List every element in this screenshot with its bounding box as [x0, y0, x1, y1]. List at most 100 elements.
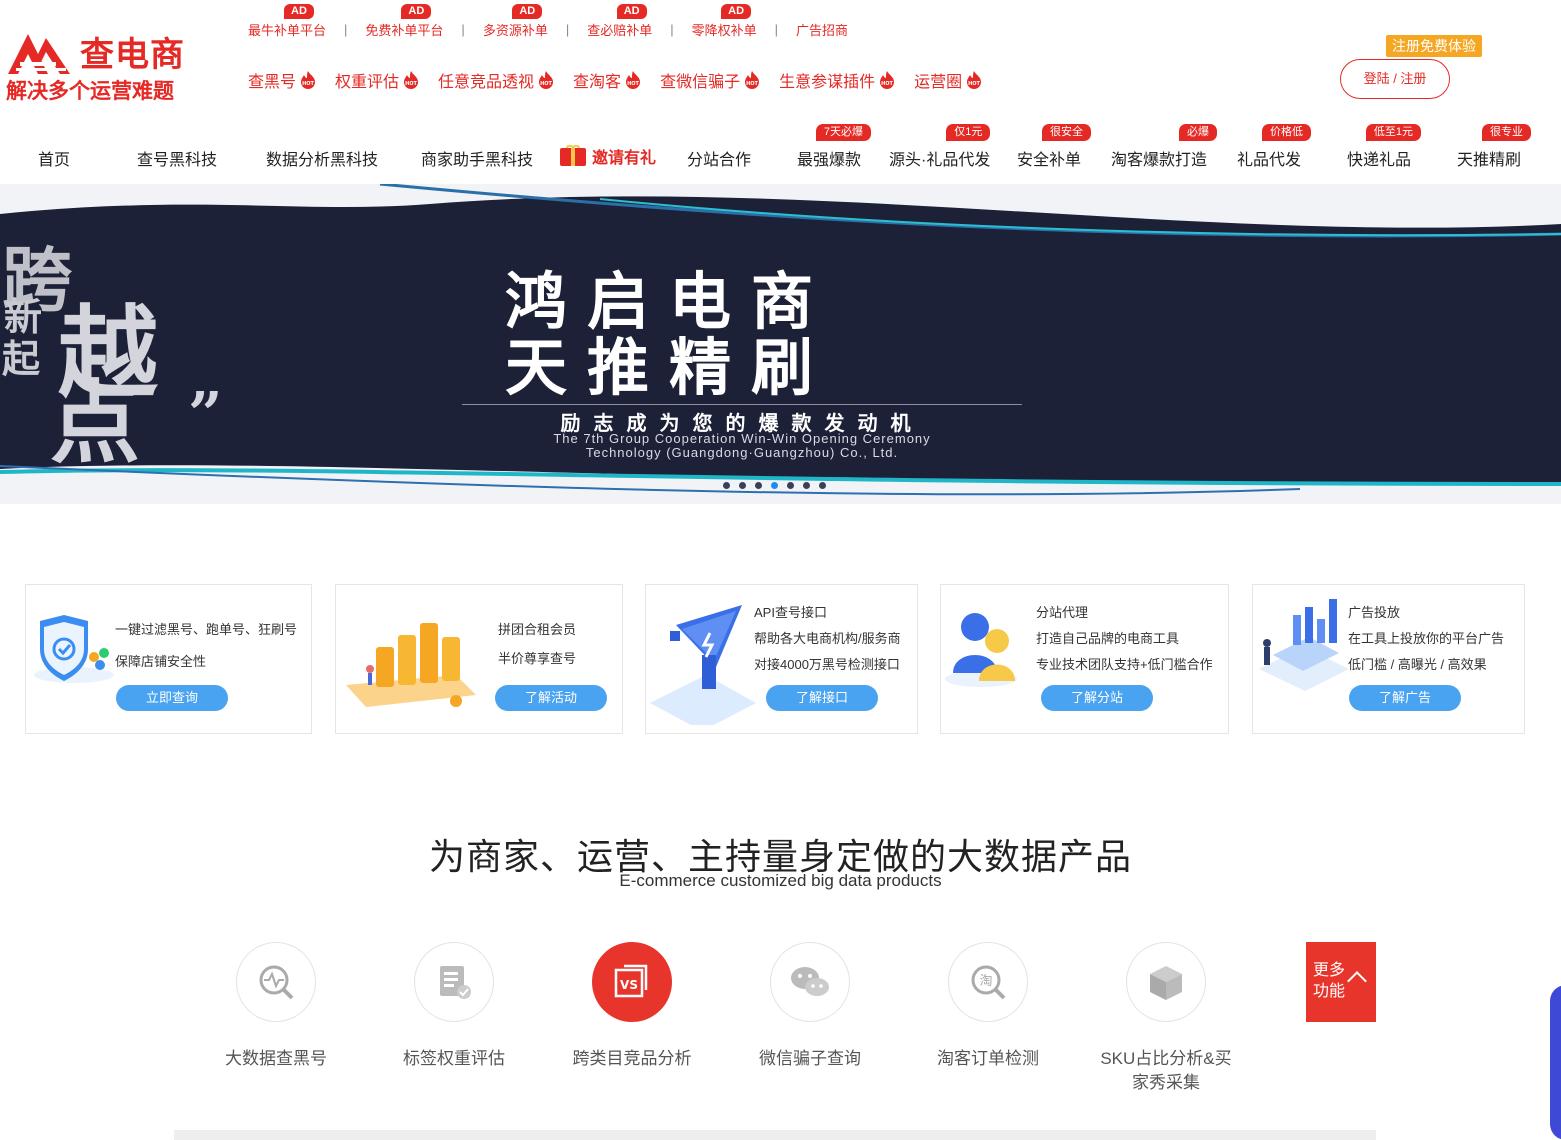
- top-link[interactable]: 免费补单平台 AD: [365, 3, 443, 39]
- hot-link[interactable]: 权重评估 HOT: [335, 68, 421, 92]
- wechat-icon: [791, 967, 829, 996]
- hot-flame-icon: HOT: [745, 71, 760, 89]
- hero-banner[interactable]: 跨 新 起 越 点 ” 鸿启电商 天推精刷 励志成为您的爆款发动机 The 7t…: [0, 184, 1561, 504]
- learn-api-button[interactable]: 了解接口: [766, 685, 878, 711]
- carousel-dot[interactable]: [803, 482, 810, 489]
- service-card-api[interactable]: API查号接口 帮助各大电商机构/服务商 对接4000万黑号检测接口 了解接口: [645, 584, 918, 734]
- svg-text:HOT: HOT: [746, 81, 758, 87]
- login-register-button[interactable]: 登陆 / 注册: [1340, 59, 1450, 99]
- separator: |: [774, 21, 779, 37]
- product-label: 淘客订单检测: [937, 1049, 1039, 1068]
- svg-text:HOT: HOT: [302, 81, 314, 87]
- svg-text:HOT: HOT: [540, 81, 552, 87]
- ad-badge: AD: [401, 3, 432, 19]
- nav-data-analysis[interactable]: 数据分析黑科技: [266, 146, 378, 170]
- product-icon-circle: [414, 942, 494, 1022]
- carousel-dot[interactable]: [739, 482, 746, 489]
- separator: |: [461, 21, 465, 37]
- learn-ad-button[interactable]: 了解广告: [1349, 685, 1461, 711]
- product-wechat-fraud[interactable]: 微信骗子查询: [730, 942, 890, 1071]
- learn-substation-button[interactable]: 了解分站: [1041, 685, 1153, 711]
- nav-express-gift[interactable]: 快递礼品 低至1元: [1347, 124, 1422, 170]
- service-card-substation[interactable]: 分站代理 打造自己品牌的电商工具 专业技术团队支持+低门槛合作 了解分站: [940, 584, 1229, 734]
- service-card-blacklist[interactable]: 一键过滤黑号、跑单号、狂刷号 保障店铺安全性 立即查询: [25, 584, 312, 734]
- nav-home[interactable]: 首页: [38, 146, 70, 170]
- carousel-dot[interactable]: [787, 482, 794, 489]
- product-icon-circle: 淘: [948, 942, 1028, 1022]
- nav-substation[interactable]: 分站合作: [687, 146, 751, 170]
- query-now-button[interactable]: 立即查询: [116, 685, 228, 711]
- cube-icon: [1150, 966, 1182, 1000]
- card-text: 拼团合租会员 半价尊享查号: [498, 622, 577, 666]
- svg-text:HOT: HOT: [627, 81, 639, 87]
- floating-side-widget[interactable]: [1550, 985, 1561, 1140]
- logo[interactable]: 查电商 解决多个运营难题: [6, 32, 202, 106]
- card-text: API查号接口 帮助各大电商机构/服务商 对接4000万黑号检测接口: [754, 605, 901, 672]
- top-link[interactable]: 最牛补单平台 AD: [248, 3, 326, 39]
- free-trial-tag[interactable]: 注册免费体验: [1386, 35, 1482, 57]
- product-icon-circle: [770, 942, 850, 1022]
- carousel-dot-active[interactable]: [771, 482, 778, 489]
- product-label: 微信骗子查询: [759, 1049, 861, 1068]
- nav-badge: 价格低: [1262, 124, 1312, 141]
- nav-badge: 很安全: [1042, 124, 1092, 141]
- nav-taoke-hot[interactable]: 淘客爆款打造 必爆: [1111, 124, 1218, 170]
- nav-safe-order[interactable]: 安全补单 很安全: [1017, 124, 1092, 170]
- nav-tiantui[interactable]: 天推精刷 很专业: [1457, 124, 1532, 170]
- svg-text:淘: 淘: [979, 974, 992, 989]
- svg-text:VS: VS: [620, 978, 638, 992]
- nav-gift-delivery[interactable]: 礼品代发 价格低: [1237, 124, 1312, 170]
- product-icon-circle: [1126, 942, 1206, 1022]
- service-card-advertising[interactable]: 广告投放 在工具上投放你的平台广告 低门槛 / 高曝光 / 高效果 了解广告: [1252, 584, 1525, 734]
- hot-link[interactable]: 查微信骗子 HOT: [660, 68, 762, 92]
- search-pulse-icon: [259, 965, 294, 1000]
- nav-hot-item[interactable]: 最强爆款 7天必爆: [797, 124, 872, 170]
- product-label: 标签权重评估: [403, 1049, 505, 1068]
- top-link[interactable]: 多资源补单 AD: [483, 3, 548, 39]
- vs-icon: VS: [614, 964, 648, 998]
- product-tag-weight[interactable]: 标签权重评估: [374, 942, 534, 1071]
- hot-link[interactable]: 运营圈 HOT: [914, 68, 984, 92]
- main-nav: 首页 查号黑科技 数据分析黑科技 商家助手黑科技 邀请有礼 分站合作 最强爆款 7…: [0, 124, 1561, 184]
- separator: |: [670, 21, 674, 37]
- product-competitor-analysis[interactable]: VS 跨类目竞品分析: [552, 942, 712, 1071]
- carousel-dot[interactable]: [819, 482, 826, 489]
- top-link-ad-recruit[interactable]: 广告招商: [796, 20, 848, 39]
- banner-english: The 7th Group Cooperation Win-Win Openin…: [553, 431, 931, 460]
- hot-flame-icon: HOT: [880, 71, 895, 89]
- carousel-dots: [723, 482, 835, 489]
- banner-headline-1: 鸿启电商: [505, 265, 834, 338]
- card-text: 一键过滤黑号、跑单号、狂刷号 保障店铺安全性: [115, 622, 298, 669]
- hot-flame-icon: HOT: [301, 71, 316, 89]
- ad-platform-icon: [1259, 599, 1349, 691]
- top-link[interactable]: 查必赔补单 AD: [587, 3, 652, 39]
- hot-link[interactable]: 查黑号 HOT: [248, 68, 318, 92]
- nav-account-check[interactable]: 查号黑科技: [137, 146, 217, 170]
- nav-gift-source[interactable]: 源头·礼品代发 仅1元: [889, 124, 991, 170]
- nav-badge: 仅1元: [946, 124, 991, 141]
- service-card-group-member[interactable]: 拼团合租会员 半价尊享查号 了解活动: [335, 584, 623, 734]
- learn-activity-button[interactable]: 了解活动: [495, 685, 607, 711]
- product-label: 跨类目竞品分析: [572, 1049, 692, 1068]
- product-sku-analysis[interactable]: SKU占比分析&买 家秀采集: [1086, 942, 1246, 1095]
- svg-text:HOT: HOT: [968, 81, 980, 87]
- product-taoke-order[interactable]: 淘 淘客订单检测: [908, 942, 1068, 1071]
- hot-link[interactable]: 生意参谋插件 HOT: [779, 68, 897, 92]
- shield-check-icon: [34, 615, 114, 683]
- product-blacklist[interactable]: 大数据查黑号: [196, 942, 356, 1071]
- hot-links: 查黑号 HOT 权重评估 HOT 任意竞品透视 HOT 查淘客 HOT 查微信骗子 HOT…: [248, 68, 1001, 92]
- hot-flame-icon: HOT: [539, 71, 554, 89]
- nav-badge: 必爆: [1179, 124, 1218, 141]
- carousel-dot[interactable]: [755, 482, 762, 489]
- hot-link[interactable]: 查淘客 HOT: [573, 68, 643, 92]
- product-label: 大数据查黑号: [225, 1049, 327, 1068]
- api-funnel-icon: [650, 605, 756, 725]
- top-link[interactable]: 零降权补单 AD: [692, 3, 757, 39]
- more-features-button[interactable]: 更多 功能: [1306, 942, 1376, 1022]
- carousel-dot[interactable]: [723, 482, 730, 489]
- nav-invite[interactable]: 邀请有礼: [559, 144, 656, 168]
- nav-merchant-assistant[interactable]: 商家助手黑科技: [421, 146, 533, 170]
- nav-badge: 很专业: [1482, 124, 1532, 141]
- product-icon-circle: [236, 942, 316, 1022]
- hot-link[interactable]: 任意竞品透视 HOT: [438, 68, 556, 92]
